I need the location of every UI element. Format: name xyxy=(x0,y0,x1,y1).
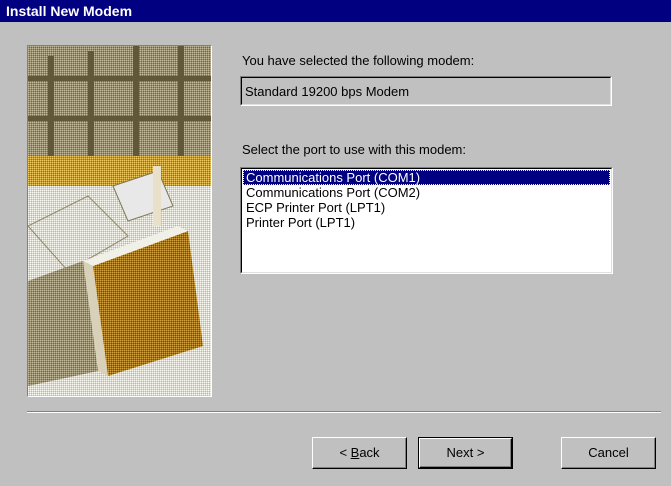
cancel-button-label: Cancel xyxy=(588,445,629,460)
title-bar[interactable]: Install New Modem xyxy=(0,0,671,22)
port-item-ecp-lpt1[interactable]: ECP Printer Port (LPT1) xyxy=(243,200,610,215)
selected-modem-value: Standard 19200 bps Modem xyxy=(245,84,410,99)
button-separator xyxy=(27,411,661,413)
next-button-label: Next > xyxy=(446,445,485,460)
back-button-prefix: < xyxy=(339,445,351,460)
back-button[interactable]: < Back xyxy=(312,437,407,469)
port-list-label: Select the port to use with this modem: xyxy=(242,142,466,157)
port-item-com2[interactable]: Communications Port (COM2) xyxy=(243,185,610,200)
port-listbox[interactable]: Communications Port (COM1) Communication… xyxy=(240,167,613,274)
next-button[interactable]: Next > xyxy=(418,437,513,469)
port-item-com1[interactable]: Communications Port (COM1) xyxy=(243,170,610,185)
cancel-button[interactable]: Cancel xyxy=(561,437,656,469)
window-title: Install New Modem xyxy=(6,3,133,19)
wizard-illustration xyxy=(27,45,212,397)
selected-modem-field: Standard 19200 bps Modem xyxy=(240,76,612,106)
selected-modem-label: You have selected the following modem: xyxy=(242,53,475,68)
back-button-rest: ack xyxy=(359,445,380,460)
port-item-printer-lpt1[interactable]: Printer Port (LPT1) xyxy=(243,215,610,230)
